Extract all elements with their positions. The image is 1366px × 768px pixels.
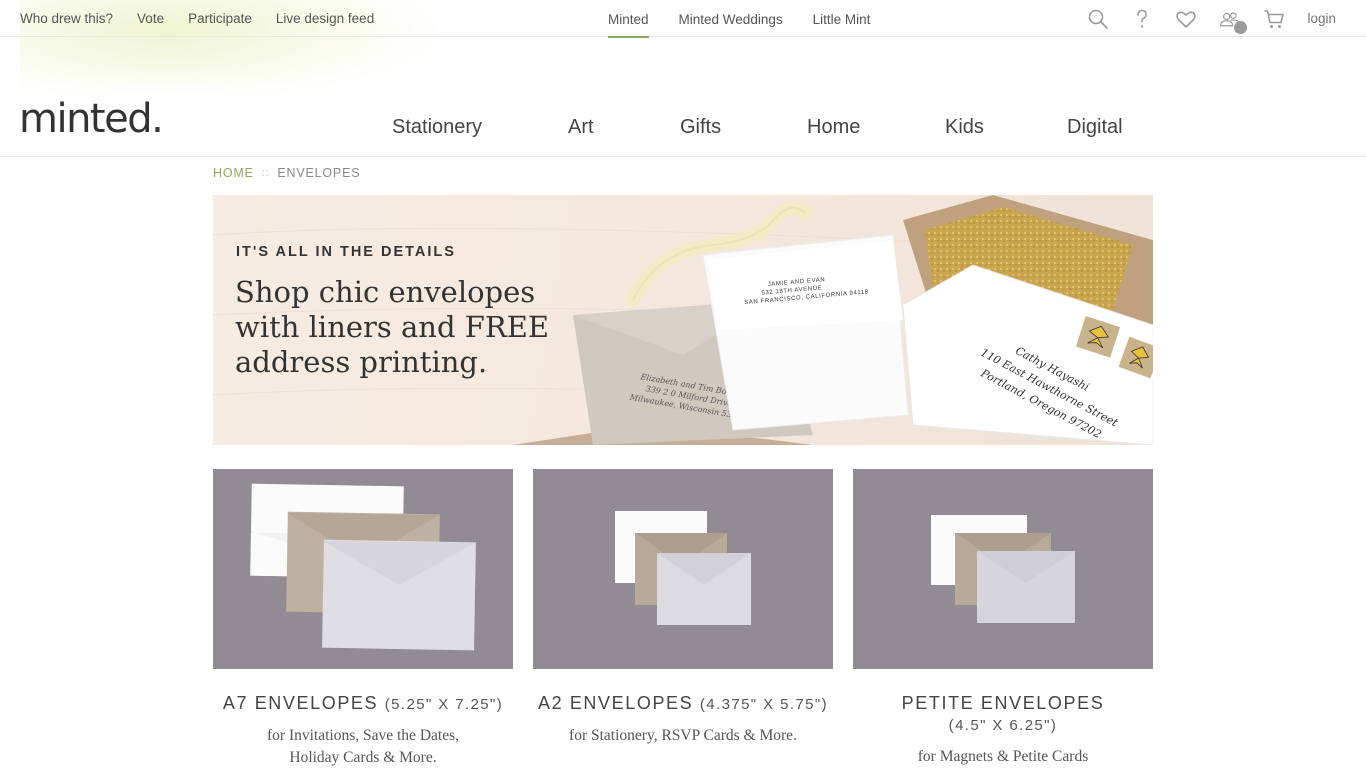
product-desc-line-1: for Magnets & Petite Cards — [917, 748, 1089, 765]
help-icon[interactable] — [1131, 8, 1153, 30]
nav-stationery[interactable]: Stationery — [392, 116, 568, 139]
hero-eyebrow: IT'S ALL IN THE DETAILS — [236, 244, 456, 260]
nav-art[interactable]: Art — [568, 116, 680, 139]
notification-dot — [1234, 20, 1248, 34]
breadcrumb-current: ENVELOPES — [277, 166, 361, 180]
tab-minted[interactable]: Minted — [608, 0, 649, 38]
vote-link[interactable]: Vote — [137, 11, 164, 26]
tab-minted-weddings[interactable]: Minted Weddings — [679, 0, 783, 37]
breadcrumb: HOME :: ENVELOPES — [213, 166, 360, 180]
live-design-feed-link[interactable]: Live design feed — [276, 11, 374, 26]
a2-envelopes-image — [533, 469, 833, 669]
main-header: minted. Stationery Art Gifts Home Kids D… — [0, 38, 1366, 157]
product-name: PETITE ENVELOPES — [901, 693, 1105, 713]
petite-description: for Magnets & Petite Cards — [853, 746, 1153, 768]
community-icon[interactable] — [1219, 8, 1248, 34]
nav-kids[interactable]: Kids — [945, 116, 1067, 139]
product-card-a7[interactable]: A7 ENVELOPES (5.25" X 7.25") for Invitat… — [213, 469, 513, 768]
who-drew-this-link[interactable]: Who drew this? — [20, 11, 113, 26]
product-desc-line-1: for Stationery, RSVP Cards & More. — [569, 727, 797, 744]
breadcrumb-home[interactable]: HOME — [213, 166, 254, 180]
product-name: A2 ENVELOPES — [538, 693, 694, 713]
a7-envelopes-image — [213, 469, 513, 669]
nav-digital[interactable]: Digital — [1067, 116, 1123, 139]
product-desc-line-1: for Invitations, Save the Dates, — [267, 727, 459, 744]
heart-icon[interactable] — [1175, 8, 1197, 30]
main-nav: Stationery Art Gifts Home Kids Digital — [392, 116, 1123, 139]
product-card-petite[interactable]: PETITE ENVELOPES (4.5" X 6.25") for Magn… — [853, 469, 1153, 768]
search-icon[interactable] — [1087, 8, 1109, 30]
a7-description: for Invitations, Save the Dates, Holiday… — [213, 725, 513, 768]
login-link[interactable]: login — [1307, 11, 1336, 26]
minted-logo[interactable]: minted. — [19, 96, 164, 142]
account-tools: login — [1087, 0, 1336, 37]
participate-link[interactable]: Participate — [188, 11, 252, 26]
cart-icon[interactable] — [1263, 8, 1285, 30]
hero-banner[interactable]: Elizabeth and Tim Bowen 339 2 0 Milford … — [213, 195, 1153, 445]
product-name: A7 ENVELOPES — [222, 693, 379, 713]
product-size: (4.375" X 5.75") — [699, 696, 828, 713]
product-desc-line-2: Holiday Cards & More. — [289, 749, 437, 766]
breadcrumb-separator: :: — [261, 167, 270, 179]
tab-little-mint[interactable]: Little Mint — [813, 0, 871, 37]
product-card-a2[interactable]: A2 ENVELOPES (4.375" X 5.75") for Statio… — [533, 469, 833, 747]
petite-title: PETITE ENVELOPES (4.5" X 6.25") — [853, 693, 1153, 735]
brand-tabs: Minted Minted Weddings Little Mint — [608, 0, 871, 38]
hero-headline: Shop chic envelopes with liners and FREE… — [235, 275, 550, 379]
a7-title: A7 ENVELOPES (5.25" X 7.25") — [213, 693, 513, 714]
a2-description: for Stationery, RSVP Cards & More. — [533, 725, 833, 747]
utility-bar: Who drew this? Vote Participate Live des… — [0, 0, 1366, 38]
nav-home[interactable]: Home — [807, 116, 945, 139]
product-size: (5.25" X 7.25") — [384, 696, 504, 713]
petite-envelopes-image — [853, 469, 1153, 669]
nav-gifts[interactable]: Gifts — [680, 116, 807, 139]
community-links: Who drew this? Vote Participate Live des… — [20, 0, 374, 37]
a2-title: A2 ENVELOPES (4.375" X 5.75") — [533, 693, 833, 714]
product-size: (4.5" X 6.25") — [948, 717, 1058, 734]
